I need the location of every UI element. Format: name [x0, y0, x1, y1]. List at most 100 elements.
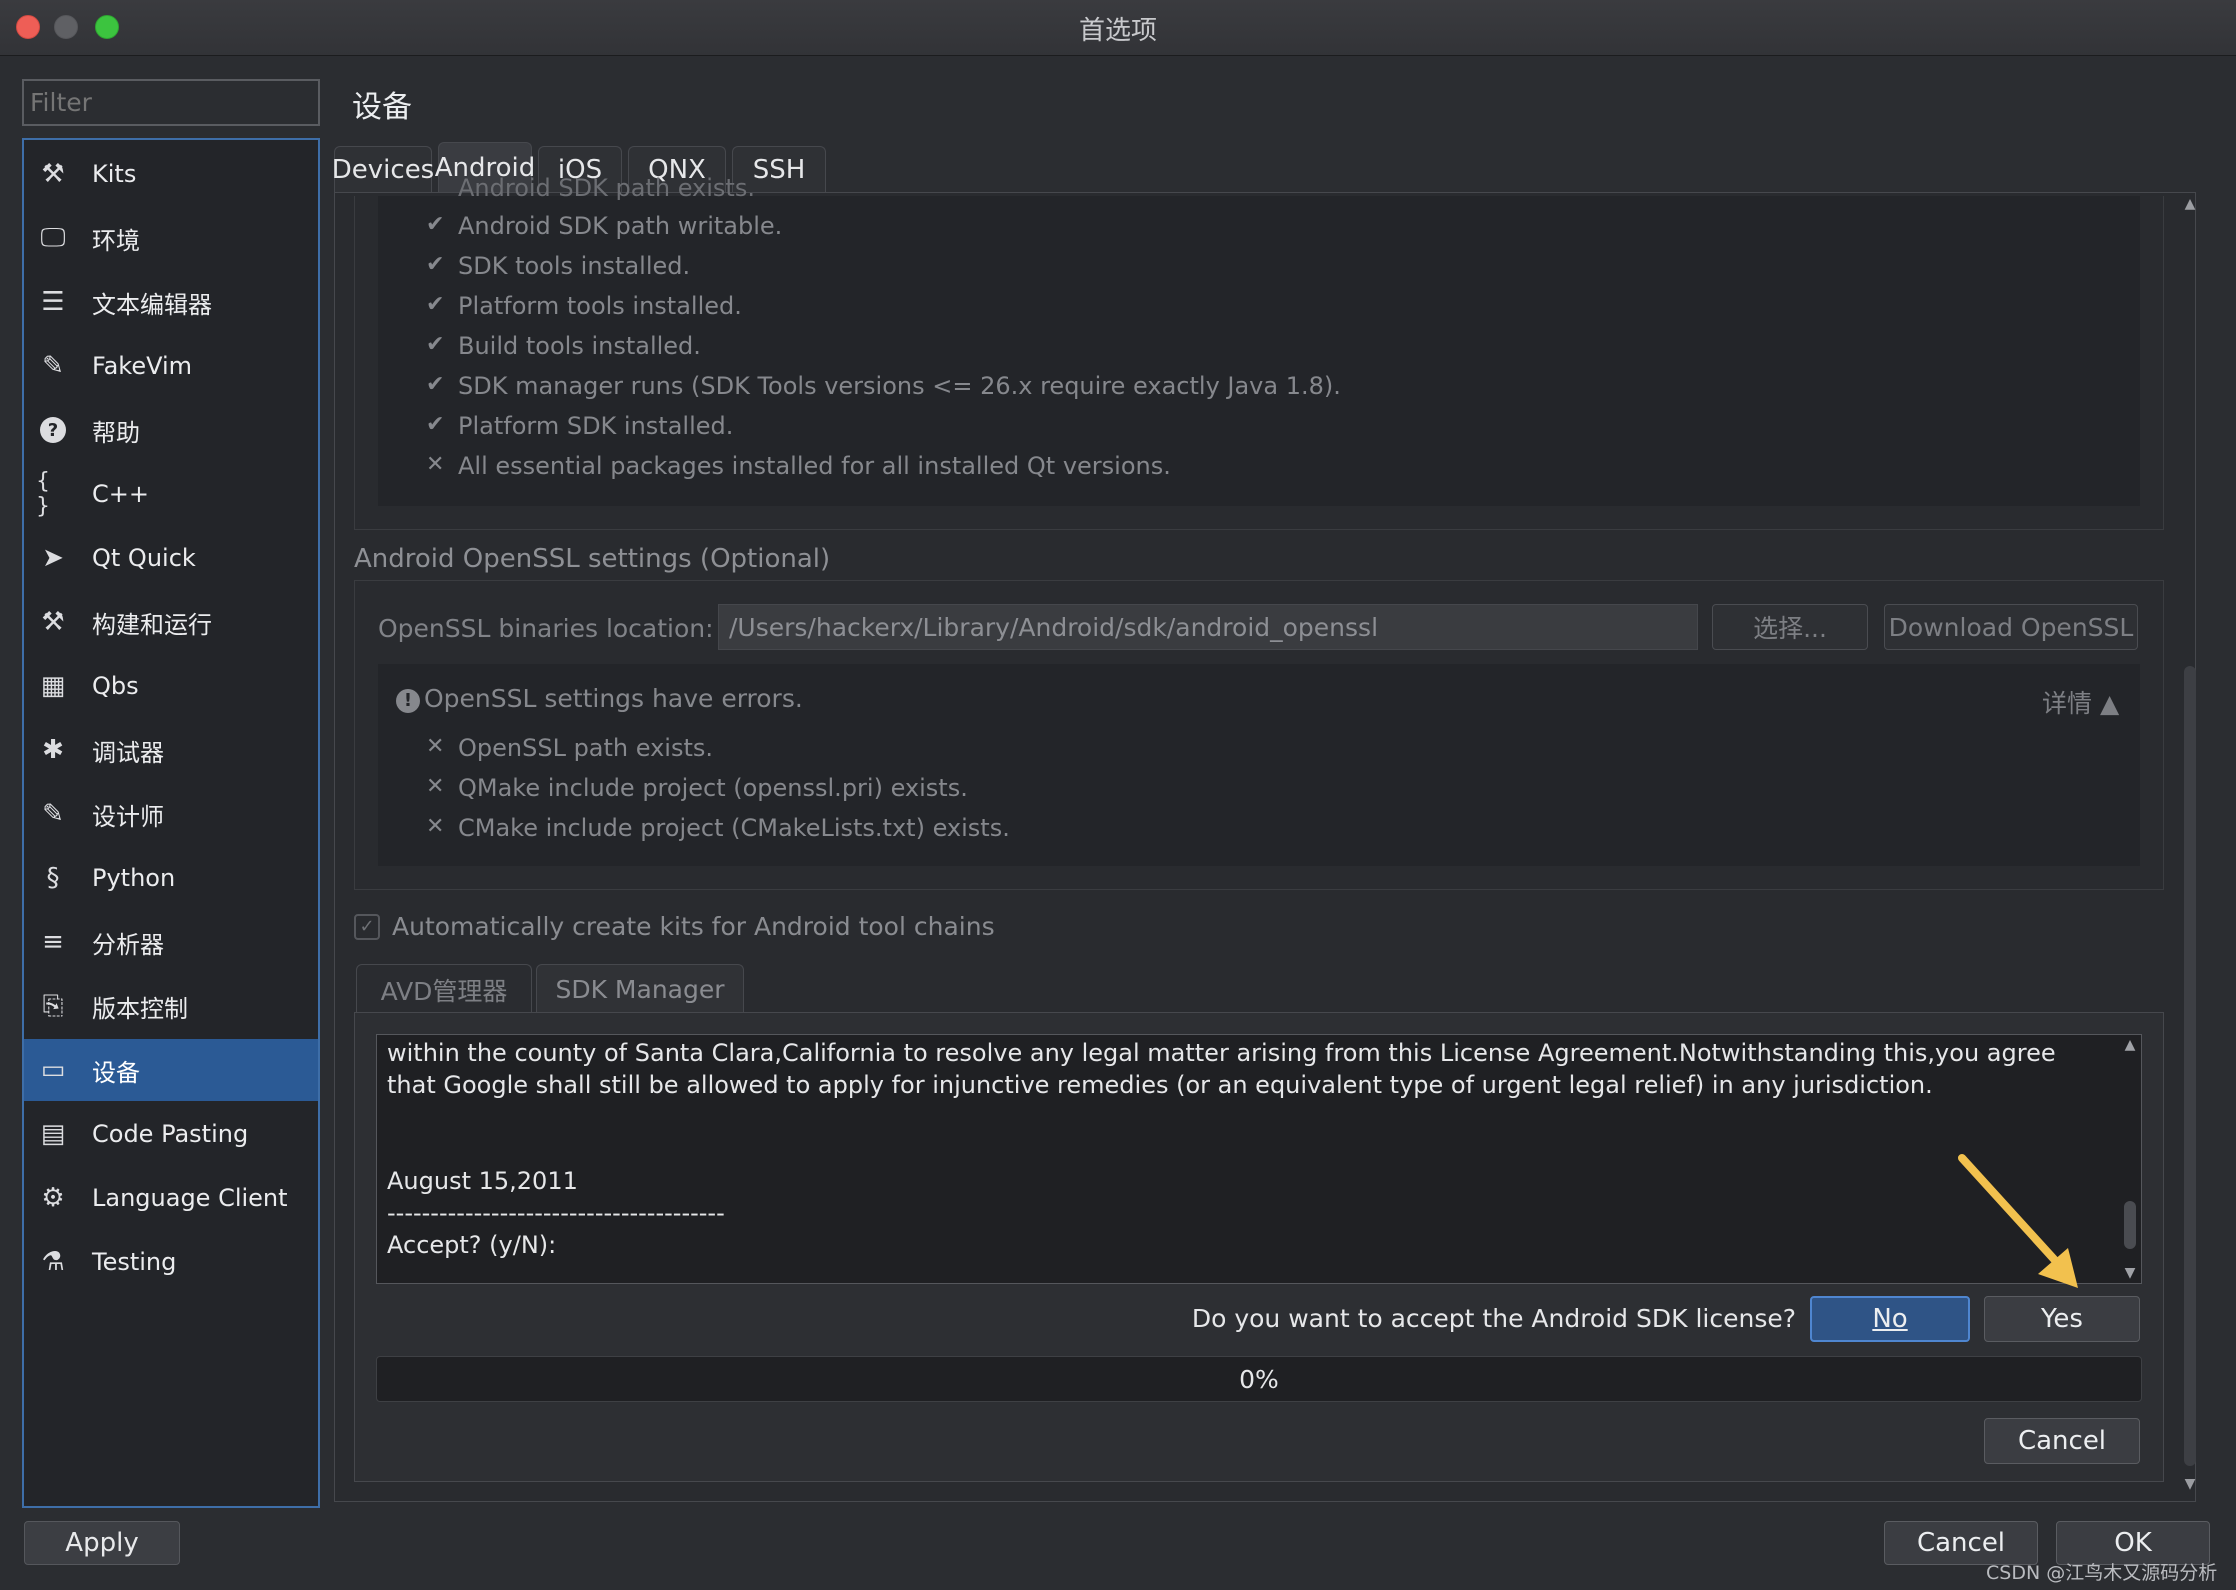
openssl-location-field[interactable]: /Users/hackerx/Library/Android/sdk/andro… — [718, 604, 1698, 650]
auto-create-kits-checkbox[interactable]: ✓ Automatically create kits for Android … — [354, 912, 995, 941]
check-icon: ✔ — [426, 332, 445, 357]
cross-icon: ✕ — [426, 734, 445, 759]
category-label: Language Client — [92, 1184, 288, 1212]
category-item[interactable]: ⚙ Language Client — [24, 1167, 318, 1229]
no-button-label: No — [1872, 1304, 1908, 1334]
category-item[interactable]: ✱ 调试器 — [24, 719, 318, 781]
download-openssl-button[interactable]: Download OpenSSL — [1884, 604, 2138, 650]
text-editor-icon: ☰ — [41, 287, 65, 317]
sdk-cancel-button[interactable]: Cancel — [1984, 1418, 2140, 1464]
license-output[interactable]: within the county of Santa Clara,Califor… — [376, 1034, 2142, 1284]
category-label: 版本控制 — [92, 994, 188, 1023]
cross-icon: ✕ — [426, 814, 445, 839]
scroll-down-icon[interactable]: ▼ — [2119, 1265, 2141, 1281]
scroll-thumb[interactable] — [2184, 666, 2196, 1466]
category-item[interactable]: ⚒ Kits — [24, 143, 318, 205]
category-label: Qbs — [92, 672, 139, 700]
tab-devices[interactable]: Devices — [332, 146, 434, 192]
openssl-location-label: OpenSSL binaries location: — [378, 614, 714, 643]
category-label: FakeVim — [92, 352, 193, 380]
check-icon: ✔ — [426, 412, 445, 437]
category-list: ⚒ Kits 🖵 环境 ☰ 文本编辑器 ✎ FakeVim? 帮助 { } C++ ➤ Qt Quick… — [22, 138, 320, 1508]
yes-button[interactable]: Yes — [1984, 1296, 2140, 1342]
category-item[interactable]: § Python — [24, 847, 318, 909]
category-item[interactable]: ✎ 设计师 — [24, 783, 318, 845]
auto-create-kits-label: Automatically create kits for Android to… — [392, 912, 995, 941]
license-line: August 15,2011 — [387, 1167, 578, 1195]
scroll-down-icon[interactable]: ▼ — [2180, 1476, 2200, 1498]
category-item[interactable]: ▭ 设备 — [24, 1039, 318, 1101]
analyzer-icon: ≡ — [42, 927, 64, 957]
category-item[interactable]: ☰ 文本编辑器 — [24, 271, 318, 333]
openssl-check-text: QMake include project (openssl.pri) exis… — [458, 774, 968, 802]
monitor-icon: 🖵 — [40, 222, 66, 253]
license-question: Do you want to accept the Android SDK li… — [1191, 1304, 1796, 1333]
python-icon: § — [46, 863, 60, 893]
license-line: --------------------------------------- — [387, 1199, 725, 1227]
category-item[interactable]: ≡ 分析器 — [24, 911, 318, 973]
no-button[interactable]: No — [1810, 1296, 1970, 1342]
help-icon: ? — [40, 417, 66, 443]
openssl-group-title: Android OpenSSL settings (Optional) — [354, 544, 831, 574]
category-label: 分析器 — [92, 930, 164, 959]
category-label: 环境 — [92, 226, 140, 255]
category-label: 设备 — [92, 1058, 140, 1087]
fakevim-icon: ✎ — [42, 351, 64, 381]
category-item[interactable]: ⚒ 构建和运行 — [24, 591, 318, 653]
category-label: 帮助 — [92, 418, 140, 447]
openssl-check-text: CMake include project (CMakeLists.txt) e… — [458, 814, 1010, 842]
category-item[interactable]: { } C++ — [24, 463, 318, 525]
device-icon: ▭ — [40, 1055, 66, 1085]
sdk-check-text: SDK manager runs (SDK Tools versions <= … — [458, 372, 1341, 400]
choose-openssl-button[interactable]: 选择... — [1712, 604, 1868, 650]
filter-input[interactable] — [22, 79, 320, 126]
hammer-icon: ⚒ — [41, 607, 65, 637]
check-icon: ✔ — [426, 212, 445, 237]
paper-plane-icon: ➤ — [42, 543, 64, 573]
category-item[interactable]: ✎ FakeVim — [24, 335, 318, 397]
kits-icon: ⚒ — [41, 159, 65, 189]
page-title: 设备 — [352, 90, 412, 125]
license-scrollbar[interactable]: ▲ ▼ — [2119, 1035, 2141, 1283]
settings-scrollbar[interactable]: ▲ ▼ — [2180, 196, 2200, 1498]
category-label: Kits — [92, 160, 137, 188]
check-icon: ✔ — [426, 252, 445, 277]
category-label: 设计师 — [92, 802, 164, 831]
sdk-check-text: Platform SDK installed. — [458, 412, 734, 440]
apply-button[interactable]: Apply — [24, 1521, 180, 1565]
license-line: that Google shall still be allowed to ap… — [387, 1071, 1933, 1099]
annotation-arrow-icon — [1958, 1154, 2078, 1288]
category-item[interactable]: ➤ Qt Quick — [24, 527, 318, 589]
pencil-icon: ✎ — [42, 799, 64, 829]
category-item[interactable]: ? 帮助 — [24, 399, 318, 461]
check-icon: ✔ — [426, 292, 445, 317]
category-item[interactable]: ⚗ Testing — [24, 1231, 318, 1293]
category-item[interactable]: ▤ Code Pasting — [24, 1103, 318, 1165]
category-item[interactable]: ⎘ 版本控制 — [24, 975, 318, 1037]
scroll-up-icon[interactable]: ▲ — [2119, 1037, 2141, 1053]
tab-avd-manager[interactable]: AVD管理器 — [356, 964, 532, 1014]
qbs-grid-icon: ▦ — [40, 671, 66, 701]
sdk-check-text: Build tools installed. — [458, 332, 701, 360]
scroll-up-icon[interactable]: ▲ — [2180, 196, 2200, 218]
category-label: Testing — [92, 1248, 177, 1276]
scroll-thumb[interactable] — [2124, 1201, 2136, 1249]
cross-icon: ✕ — [426, 774, 445, 799]
category-label: Qt Quick — [92, 544, 196, 572]
braces-icon: { } — [36, 469, 50, 519]
license-line: Accept? (y/N): — [387, 1231, 557, 1259]
tab-sdk-manager[interactable]: SDK Manager — [536, 964, 744, 1014]
license-line: within the county of Santa Clara,Califor… — [387, 1039, 2056, 1067]
openssl-error-text: OpenSSL settings have errors. — [424, 684, 803, 713]
watermark: CSDN @江鸟木又源码分析 — [1986, 1562, 2218, 1584]
flask-icon: ⚗ — [41, 1247, 65, 1277]
details-toggle[interactable]: 详情 ▲ — [2042, 684, 2119, 720]
check-icon: ✔ — [426, 372, 445, 397]
category-label: Code Pasting — [92, 1120, 249, 1148]
sdk-check-text: All essential packages installed for all… — [458, 452, 1171, 480]
category-item[interactable]: ▦ Qbs — [24, 655, 318, 717]
progress-bar: 0% — [376, 1356, 2142, 1402]
window-title: 首选项 — [1078, 16, 1157, 46]
category-item[interactable]: 🖵 环境 — [24, 207, 318, 269]
openssl-check-text: OpenSSL path exists. — [458, 734, 714, 762]
